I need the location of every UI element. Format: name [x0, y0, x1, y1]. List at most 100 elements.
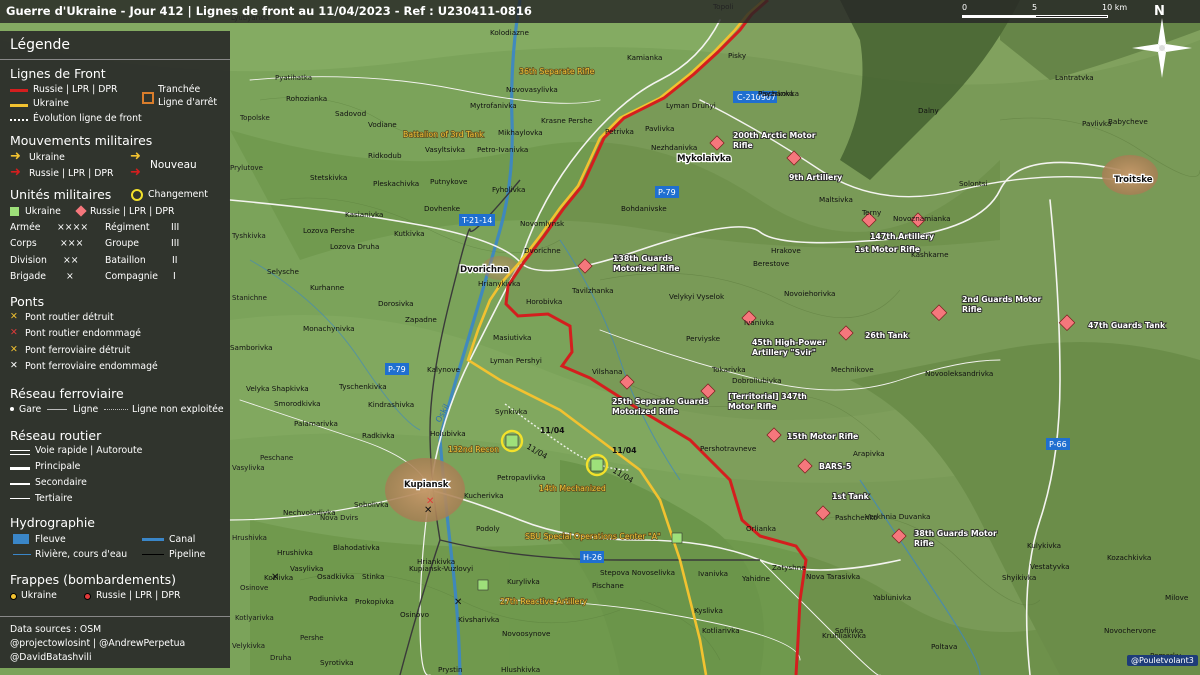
town-label: Masiutivka — [493, 333, 531, 342]
town-label: Petropavlivka — [497, 473, 545, 482]
bridge-label: Pont ferroviaire détruit — [25, 345, 131, 356]
town-label: Pischane — [592, 581, 624, 590]
town-label: Vodiane — [368, 120, 397, 129]
stopline-label: Ligne d'arrêt — [158, 97, 218, 108]
rail-heading: Réseau ferroviaire — [10, 386, 124, 401]
town-label: Mechnikove — [831, 365, 874, 374]
town-label-faint: Kotlyarivka — [235, 614, 274, 622]
svg-text:T-21-14: T-21-14 — [461, 216, 492, 225]
unit-ukraine-label: Ukraine — [25, 206, 61, 217]
rail-unused-label: Ligne non exploitée — [132, 404, 224, 415]
scale-segment — [962, 15, 1035, 18]
town-label-faint: Hrushivka — [232, 534, 267, 542]
town-label: Dalny — [918, 106, 939, 115]
bridge-label: Pont ferroviaire endommagé — [25, 361, 158, 372]
town-label: Petro-Ivanivka — [477, 145, 528, 154]
ukraine-strike-swatch — [10, 593, 17, 600]
russia-unit-label: 147th Artillery — [870, 232, 934, 241]
movement-russia-label: Russie | LPR | DPR — [29, 168, 114, 179]
road-label: Tertiaire — [35, 493, 73, 504]
front-ukraine-label: Ukraine — [33, 98, 69, 109]
russia-unit-label: BARS-5 — [819, 462, 851, 471]
road-label: Secondaire — [35, 477, 87, 488]
legend-title: Légende — [10, 37, 71, 53]
town-label: Solontsi — [959, 179, 987, 188]
new-ua-arrow-icon: ➜ — [130, 149, 141, 164]
legend-panel: Légende Lignes de Front Russie | LPR | D… — [0, 31, 230, 668]
town-label: Tavilzhanka — [571, 286, 614, 295]
town-label: Kolodiazne — [490, 28, 529, 37]
svg-text:P-79: P-79 — [658, 188, 676, 197]
svg-text:✕: ✕ — [454, 597, 462, 608]
north-arrow: N — [1132, 4, 1192, 78]
town-label: Pavlivka — [645, 124, 674, 133]
tertiary-road-swatch — [10, 498, 30, 499]
town-label-faint: Nova Dvirs — [320, 514, 359, 522]
town-label: Lozova Pershe — [303, 226, 355, 235]
svg-text:P-66: P-66 — [1049, 440, 1067, 449]
svg-text:H-26: H-26 — [583, 553, 602, 562]
bridges-heading: Ponts — [10, 294, 45, 309]
echelon-symbol: III — [171, 238, 180, 249]
town-label: Kutkivka — [394, 229, 425, 238]
town-label: Milove — [1165, 593, 1189, 602]
scale-label-5: 5 — [1032, 3, 1038, 12]
town-label: Fyholivka — [492, 185, 525, 194]
town-label-faint: Tyshkivka — [231, 232, 266, 240]
town-label: Berestove — [753, 259, 790, 268]
town-label: Poltava — [931, 642, 957, 651]
echelon-label: Régiment — [105, 222, 150, 233]
town-label: Novoosynove — [502, 629, 551, 638]
town-label: Pashchenko — [835, 513, 878, 522]
town-label: Petrivka — [605, 127, 634, 136]
scale-label-10: 10 km — [1102, 3, 1128, 12]
town-label: Novoznamianka — [893, 214, 951, 223]
ukraine-unit-label: SBU Special Operations Center "A" — [525, 532, 661, 541]
rail-line-label: Ligne — [73, 404, 99, 415]
echelon-symbol: I — [173, 271, 176, 282]
town-label: Kurylivka — [507, 577, 540, 586]
station-swatch — [10, 407, 14, 411]
town-label: Hrianykivka — [478, 279, 520, 288]
town-label: Velyka Shapkivka — [246, 384, 309, 393]
echelon-label: Groupe — [105, 238, 140, 249]
town-label: Osadkivka — [317, 572, 354, 581]
russia-unit-label: Motorized Rifle — [613, 264, 680, 273]
ukraine-unit-label: Battalion of 3rd Tank — [403, 130, 484, 139]
front-russia-label: Russie | LPR | DPR — [33, 84, 118, 95]
town-label: Lantratvka — [1055, 73, 1094, 82]
town-label: Mytrofanivka — [470, 101, 517, 110]
town-label: Novomlynsk — [520, 219, 565, 228]
front-evolution-label: Évolution ligne de front — [33, 113, 142, 124]
town-label: Ivanivka — [698, 569, 728, 578]
echelon-symbol: ××× — [60, 238, 84, 249]
town-label: Yablunivka — [872, 593, 911, 602]
town-label-main: Mykolaivka — [677, 154, 732, 164]
town-label: Lyman Druhyi — [666, 101, 716, 110]
movement-new-label: Nouveau — [150, 159, 197, 171]
town-label: Maltsivka — [819, 195, 853, 204]
russia-unit-label: 38th Guards Motor — [914, 529, 997, 538]
rail-bridge-damaged-icon: ✕ — [10, 360, 18, 371]
russia-unit-label: 15th Motor Rifle — [787, 432, 858, 441]
town-label: Hrakove — [771, 246, 801, 255]
russia-unit-label: Rifle — [962, 305, 982, 314]
strikes-heading: Frappes (bombardements) — [10, 572, 176, 587]
town-label: Pleskachivka — [373, 179, 419, 188]
town-label: Selysche — [267, 267, 299, 276]
town-label-main: Dvorichna — [460, 265, 509, 275]
fleuve-swatch — [13, 534, 29, 544]
rail-unused-swatch — [104, 409, 128, 410]
riviere-swatch — [13, 554, 31, 555]
rail-station-label: Gare — [19, 404, 42, 415]
svg-text:✕: ✕ — [424, 505, 432, 516]
town-label: Palamarivka — [294, 419, 338, 428]
town-label-faint: Druha — [270, 654, 291, 662]
movement-ukraine-label: Ukraine — [29, 152, 65, 163]
town-label: Novoiehorivka — [784, 289, 835, 298]
town-label: Stepova Novoselivka — [600, 568, 675, 577]
rail-bridge-destroyed-icon: ✕ — [10, 344, 18, 355]
russia-unit-label: 9th Artillery — [789, 173, 842, 182]
date-label: 11/04 — [540, 426, 565, 435]
author-credit: @Pouletvolant3 — [1127, 655, 1198, 666]
